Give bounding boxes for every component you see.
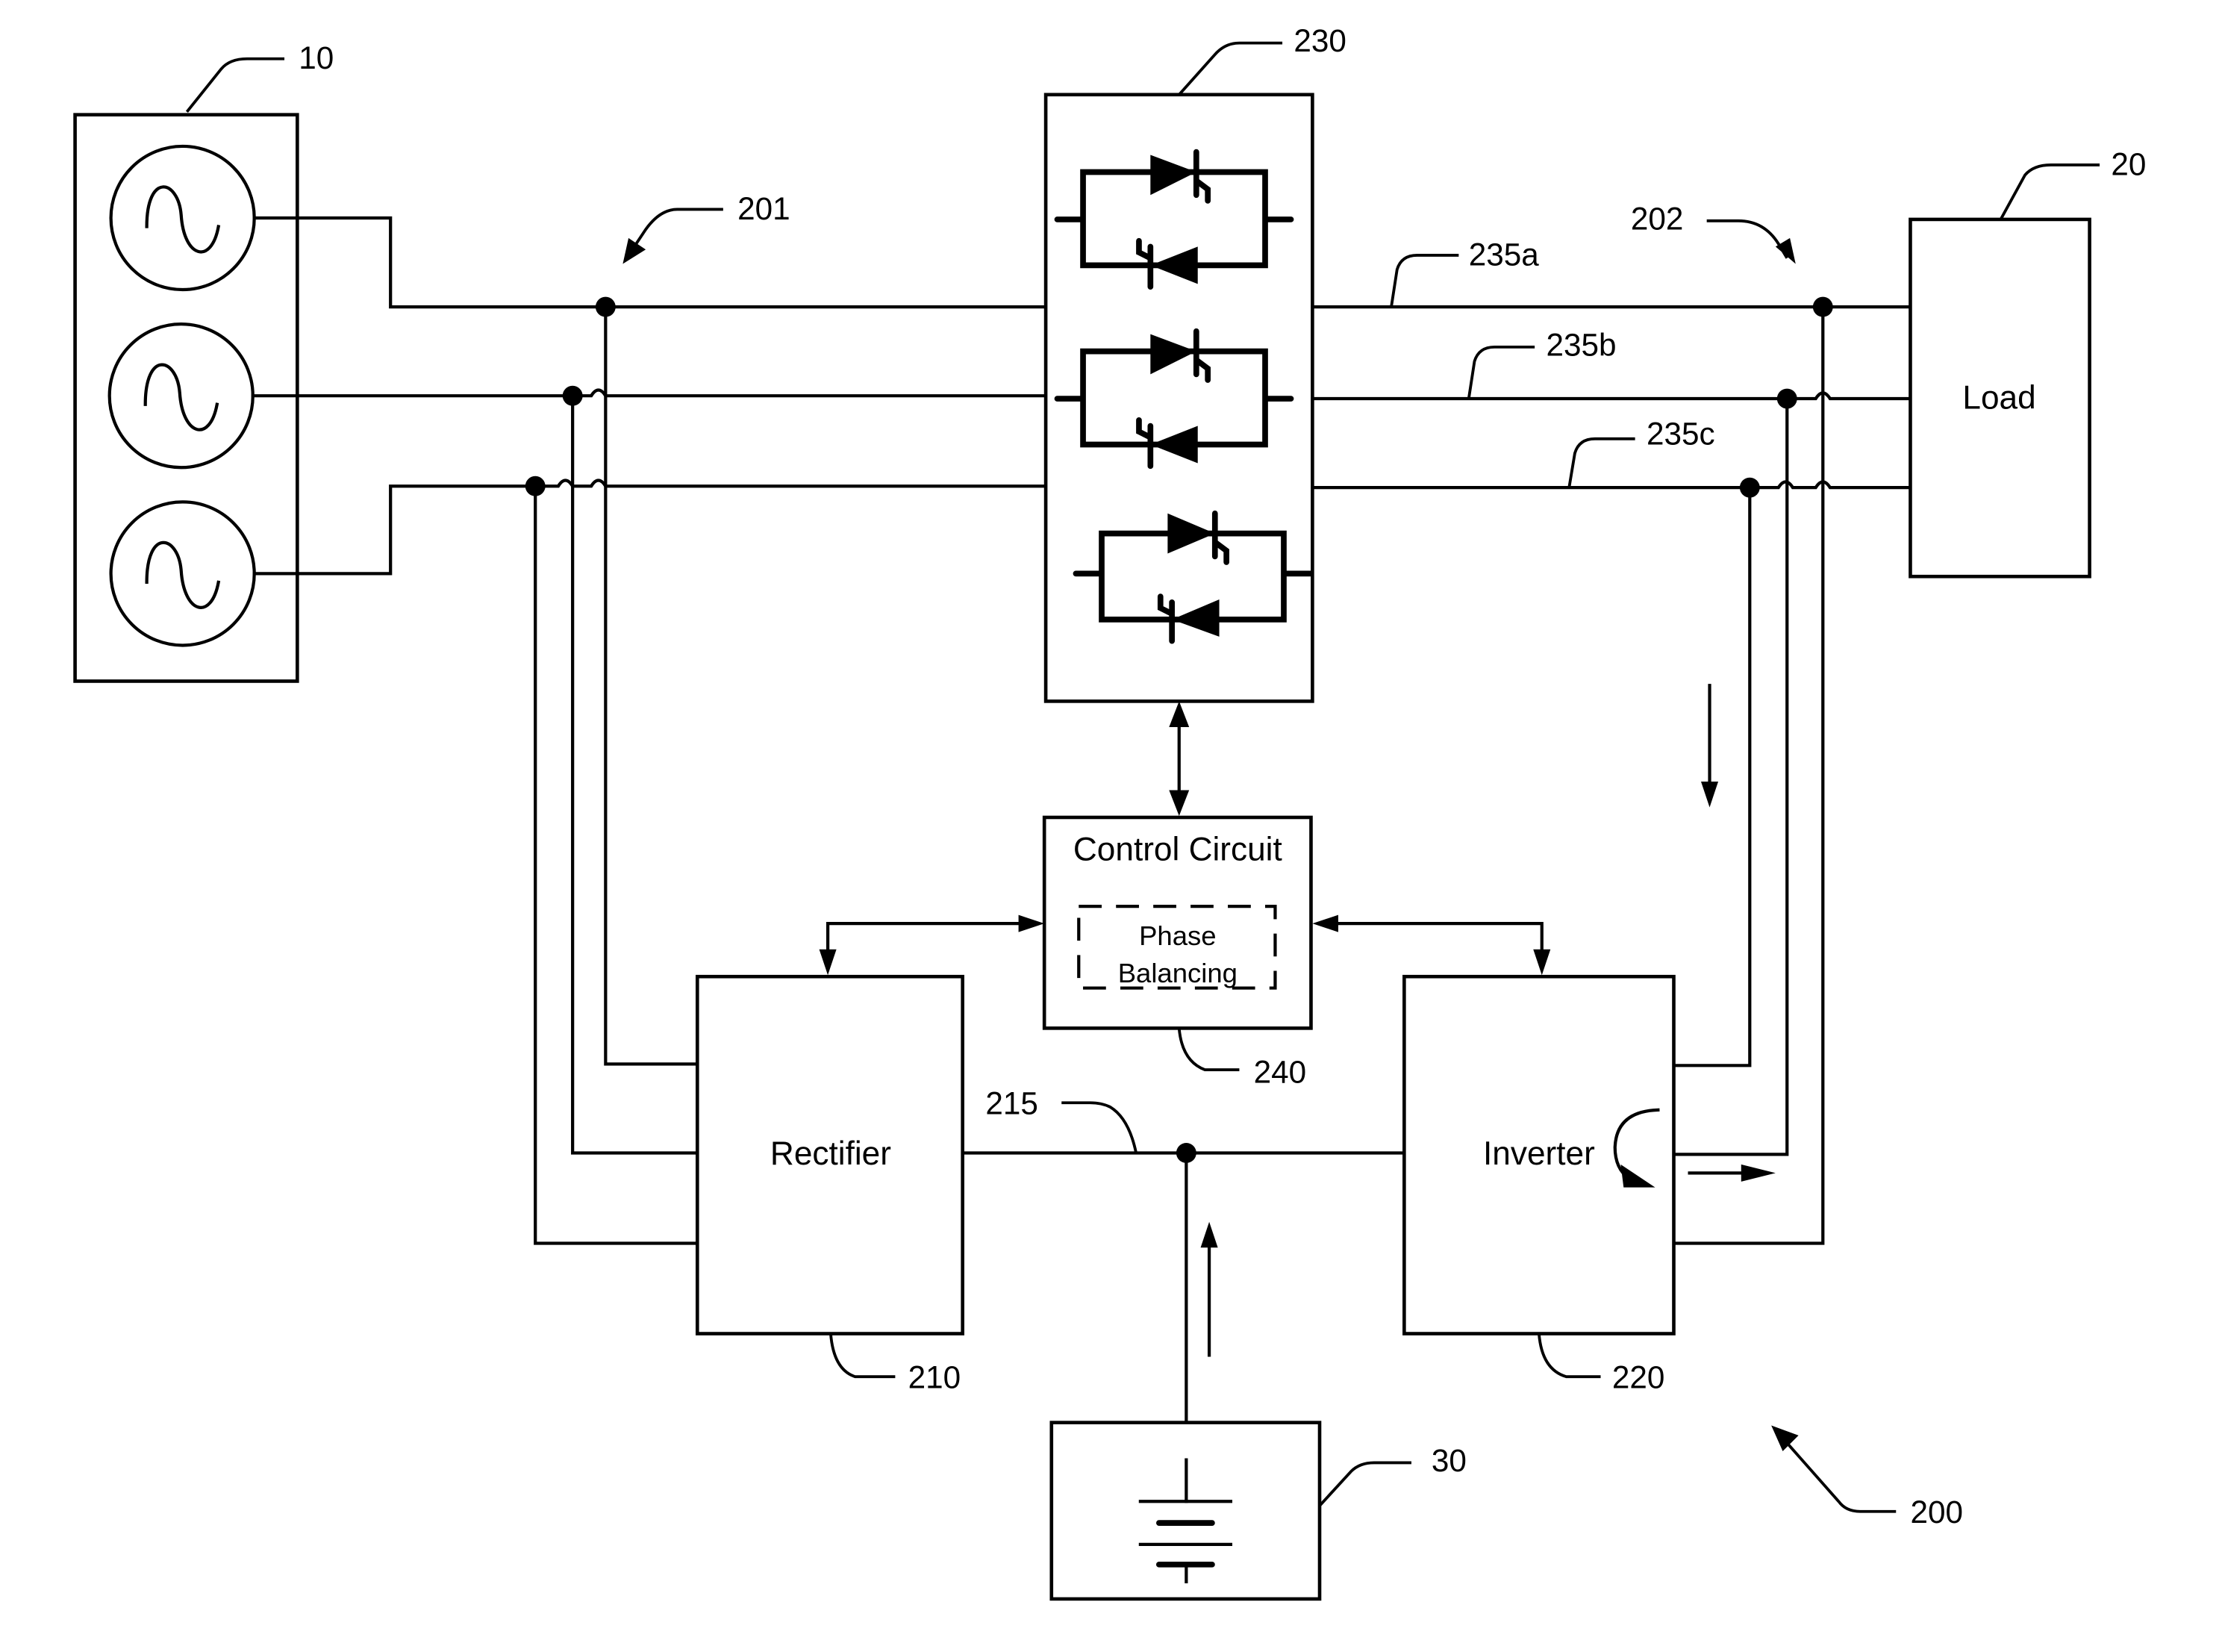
load-block: Load 20 (1909, 146, 2146, 579)
phase-balancing-label-line1: Phase (1139, 920, 1216, 951)
output-node-pointer: 202 (1631, 201, 1796, 264)
dc-bus: 215 (961, 1086, 1406, 1424)
ref-label-input-node: 201 (737, 191, 790, 226)
inverter-label: Inverter (1483, 1135, 1595, 1172)
ref-label-rectifier: 210 (908, 1360, 961, 1395)
control-circuit-label: Control Circuit (1073, 832, 1282, 868)
ref-label-source: 10 (299, 40, 334, 75)
battery-block: 30 (1049, 1421, 1467, 1601)
input-node-pointer: 201 (622, 191, 790, 264)
ref-label-line-235b: 235b (1547, 327, 1617, 362)
ref-label-line-235c: 235c (1647, 417, 1715, 452)
load-label: Load (1962, 379, 2035, 416)
rectifier-label: Rectifier (770, 1135, 891, 1172)
ref-label-battery: 30 (1432, 1443, 1467, 1478)
ref-label-load: 20 (2111, 146, 2146, 181)
ref-label-dc-bus: 215 (985, 1086, 1038, 1121)
ac-source-block: 10 (73, 40, 334, 683)
power-flow-arrow (1200, 1221, 1218, 1248)
ref-label-line-235a: 235a (1469, 237, 1539, 272)
power-flow-arrow (1700, 781, 1719, 808)
power-flow-arrow (1741, 1164, 1776, 1182)
rectifier-block: Rectifier 210 (695, 974, 964, 1395)
ref-label-system: 200 (1910, 1494, 1962, 1530)
ref-label-control-circuit: 240 (1254, 1054, 1307, 1089)
ref-label-static-switch: 230 (1293, 23, 1346, 58)
static-switch-block: 230 (1043, 23, 1346, 703)
phase-balancing-label-line2: Balancing (1118, 958, 1238, 988)
ref-label-inverter: 220 (1612, 1360, 1665, 1395)
ups-circuit-diagram: 10 201 230 235a 235b 235c 202 Load 20 Co… (73, 23, 2146, 1601)
system-pointer: 200 (1771, 1425, 1963, 1530)
ref-label-output-node: 202 (1631, 201, 1684, 236)
inverter-block: Inverter 220 (1402, 684, 1776, 1395)
